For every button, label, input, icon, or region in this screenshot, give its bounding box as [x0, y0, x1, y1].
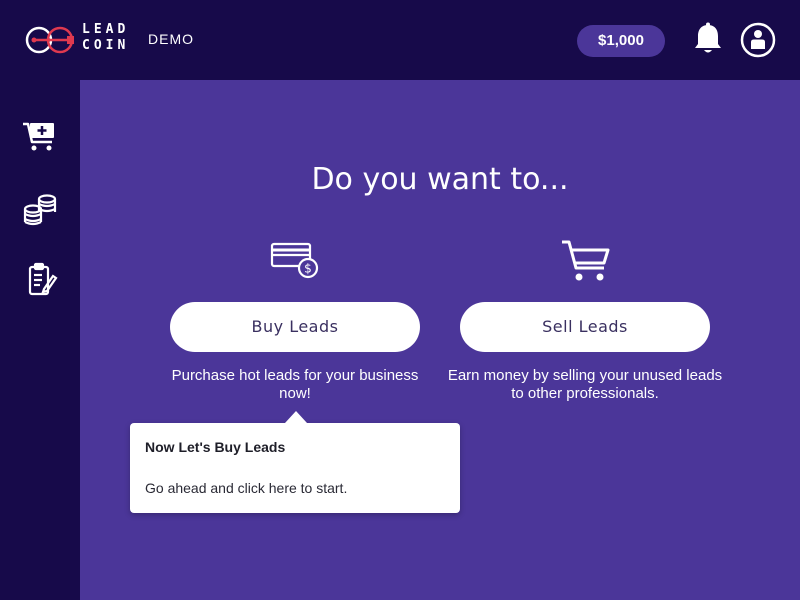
bell-icon[interactable] [692, 22, 724, 56]
cart-add-icon[interactable] [20, 118, 60, 154]
top-bar: LEAD COIN DEMO $1,000 [0, 0, 800, 80]
tooltip-body: Go ahead and click here to start. [145, 480, 348, 496]
demo-label: DEMO [148, 31, 194, 47]
onboarding-tooltip: Now Let's Buy Leads Go ahead and click h… [130, 411, 460, 513]
logo-wordmark: LEAD COIN [82, 22, 129, 54]
sell-leads-description: Earn money by selling your unused leads … [447, 367, 723, 402]
buy-leads-button[interactable]: Buy Leads [170, 302, 420, 352]
credit-card-dollar-icon: $ [270, 240, 322, 287]
logo-line: COIN [82, 38, 130, 53]
sell-leads-button[interactable]: Sell Leads [460, 302, 710, 352]
account-icon[interactable] [740, 22, 776, 58]
coins-icon[interactable] [20, 192, 60, 228]
balance-badge[interactable]: $1,000 [577, 25, 665, 57]
buy-leads-description: Purchase hot leads for your business now… [171, 367, 419, 402]
tooltip-title: Now Let's Buy Leads [145, 439, 286, 455]
logo-mark-icon [25, 26, 74, 54]
tooltip-arrow [285, 411, 307, 423]
shopping-cart-icon [560, 238, 612, 289]
leadcoin-logo[interactable]: LEAD COIN [24, 22, 136, 58]
page-heading: Do you want to... [311, 162, 569, 197]
svg-text:$: $ [304, 262, 312, 276]
clipboard-edit-icon[interactable] [20, 262, 60, 298]
sidebar [0, 80, 80, 600]
logo-line: LEAD [82, 22, 130, 37]
